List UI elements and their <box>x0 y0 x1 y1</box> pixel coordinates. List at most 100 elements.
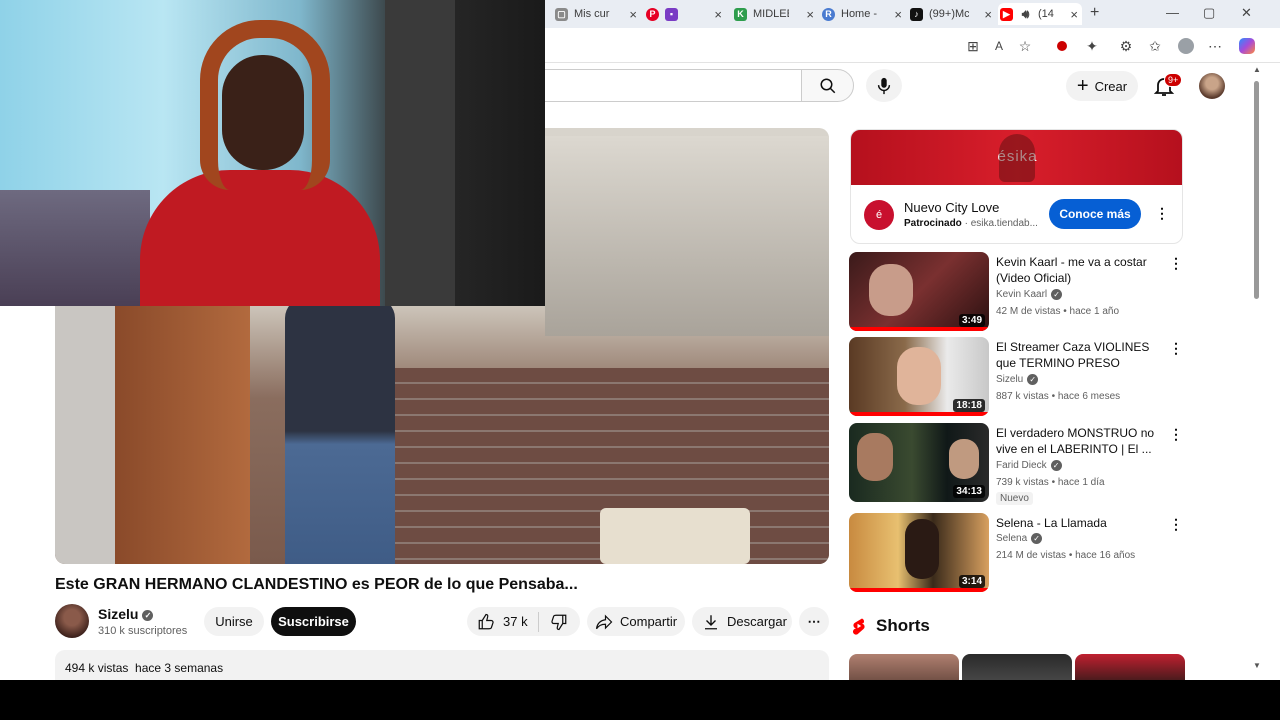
short-thumbnail[interactable] <box>1075 654 1185 680</box>
tab-close-icon[interactable]: × <box>984 7 992 22</box>
thumbs-up-icon <box>478 613 494 629</box>
user-avatar[interactable] <box>1199 73 1225 99</box>
share-label: Compartir <box>620 614 678 629</box>
tab-close-icon[interactable]: × <box>714 7 722 22</box>
read-aloud-icon[interactable]: A <box>990 37 1008 55</box>
address-bar[interactable] <box>548 33 960 59</box>
favorites-icon[interactable]: ✩ <box>1146 37 1164 55</box>
watch-progress-bar <box>849 412 989 416</box>
publish-date: hace 6 meses <box>1057 391 1121 402</box>
browser-extension-icon[interactable]: ⚙ <box>1117 37 1135 55</box>
recommendation-item[interactable]: 18:18 El Streamer Caza VIOLINES que TERM… <box>849 337 1183 417</box>
more-actions-button[interactable]: ⋯ <box>799 607 829 636</box>
create-button[interactable]: + Crear <box>1066 71 1138 101</box>
speaker-icon[interactable]: 🔊︎ <box>1019 7 1032 21</box>
create-label: Crear <box>1094 78 1128 94</box>
more-vertical-icon[interactable]: ⋮ <box>1169 515 1183 533</box>
channel-name: Kevin Kaarl <box>996 289 1048 301</box>
more-vertical-icon[interactable]: ⋮ <box>1169 425 1183 443</box>
tab-mis-cursos[interactable]: ▢ Mis curs × <box>555 3 641 25</box>
verified-check-icon: ✓ <box>1050 460 1062 471</box>
verified-check-icon: ✓ <box>1051 289 1063 300</box>
search-icon <box>820 78 835 93</box>
tab-close-icon[interactable]: × <box>629 7 637 22</box>
tab-label: MIDLEE <box>753 8 789 20</box>
share-button[interactable]: Compartir <box>587 607 685 636</box>
close-window-button[interactable]: ✕ <box>1241 5 1252 21</box>
more-vertical-icon[interactable]: ⋮ <box>1169 254 1183 272</box>
webcam-curtain <box>385 0 455 306</box>
recommendation-thumbnail[interactable]: 3:49 <box>849 252 989 331</box>
scroll-up-arrow-icon[interactable]: ▲ <box>1252 65 1262 74</box>
short-thumbnail[interactable] <box>962 654 1072 680</box>
view-count: 42 M de vistas <box>996 306 1061 317</box>
short-thumbnail[interactable] <box>849 654 959 680</box>
video-duration: 3:14 <box>958 575 985 588</box>
new-tab-button[interactable]: + <box>1090 4 1099 22</box>
join-button[interactable]: Unirse <box>204 607 264 636</box>
search-button[interactable] <box>801 69 854 102</box>
tab-youtube[interactable]: ▶ 🔊︎ (14 × <box>998 3 1082 25</box>
scrollbar-thumb[interactable] <box>1254 81 1259 299</box>
video-frame-door <box>115 306 250 564</box>
thumbnail-figure <box>857 433 893 481</box>
tab-close-icon[interactable]: × <box>894 7 902 22</box>
channel-name-link[interactable]: Sizelu ✓ <box>98 606 154 622</box>
minimize-button[interactable]: — <box>1166 5 1179 20</box>
channel-name: Farid Dieck <box>996 460 1047 472</box>
scroll-down-arrow-icon[interactable]: ▼ <box>1252 661 1262 670</box>
ad-more-menu-icon[interactable]: ⋮ <box>1155 204 1169 222</box>
recommendation-thumbnail[interactable]: 18:18 <box>849 337 989 416</box>
recommendation-item[interactable]: 34:13 El verdadero MONSTRUO no vive en e… <box>849 423 1183 505</box>
apps-icon[interactable]: ⊞ <box>964 37 982 55</box>
watch-progress-bar <box>849 588 989 592</box>
thumbnail-figure <box>897 347 941 405</box>
tab-close-icon[interactable]: × <box>806 7 814 22</box>
thumbs-down-icon <box>551 614 567 630</box>
new-badge: Nuevo <box>996 492 1033 505</box>
thumbnail-figure <box>869 264 913 316</box>
tab-home[interactable]: R Home - × <box>822 3 906 25</box>
channel-avatar[interactable] <box>55 604 89 638</box>
record-icon[interactable] <box>1053 37 1071 55</box>
view-count: 887 k vistas <box>996 391 1049 402</box>
maximize-button[interactable]: ▢ <box>1203 5 1215 21</box>
sponsored-ad-card[interactable]: ésika é Nuevo City Love Patrocinado · es… <box>850 129 1183 244</box>
video-frame-person <box>285 298 395 564</box>
like-button[interactable]: 37 k <box>467 611 539 632</box>
more-horizontal-icon: ⋯ <box>807 613 821 629</box>
recommendation-item[interactable]: 3:14 Selena - La Llamada Selena ✓ 214 M d… <box>849 513 1183 593</box>
thumbnail-figure <box>905 519 939 579</box>
tab-favicon-icon: K <box>734 7 747 21</box>
recommendation-thumbnail[interactable]: 3:14 <box>849 513 989 592</box>
more-vertical-icon[interactable]: ⋮ <box>1169 339 1183 357</box>
subscribe-button[interactable]: Suscribirse <box>271 607 356 636</box>
favorite-star-icon[interactable]: ☆ <box>1016 37 1034 55</box>
view-count: 214 M de vistas <box>996 550 1067 561</box>
dislike-button[interactable] <box>539 613 579 631</box>
tab-midlee[interactable]: K MIDLEE × <box>734 3 818 25</box>
tab-tiktok[interactable]: ♪ (99+)Mc × <box>910 3 996 25</box>
profile-icon[interactable] <box>1177 37 1195 55</box>
like-count: 37 k <box>503 614 528 629</box>
recommendation-meta: 739 k vistas • hace 1 día <box>996 477 1105 488</box>
extensions-icon[interactable]: ✦ <box>1083 37 1101 55</box>
recommendation-thumbnail[interactable]: 34:13 <box>849 423 989 502</box>
copilot-icon[interactable] <box>1238 37 1256 55</box>
publish-date: hace 3 semanas <box>135 661 224 675</box>
ad-cta-button[interactable]: Conoce más <box>1049 199 1141 229</box>
tab-pinterest[interactable]: P ▪ × <box>646 3 726 25</box>
description-box[interactable]: 494 k vistas hace 3 semanas <box>55 650 829 680</box>
search-input[interactable] <box>545 69 802 102</box>
tab-close-icon[interactable]: × <box>1070 7 1078 22</box>
voice-search-button[interactable] <box>866 69 902 102</box>
download-button[interactable]: Descargar <box>692 607 792 636</box>
recommendation-item[interactable]: 3:49 Kevin Kaarl - me va a costar (Video… <box>849 252 1183 332</box>
recommendation-title: Selena - La Llamada <box>996 516 1107 530</box>
plus-icon: + <box>1076 75 1089 97</box>
menu-icon[interactable]: ⋯ <box>1206 37 1224 55</box>
view-count: 494 k vistas <box>65 661 129 675</box>
video-duration: 18:18 <box>953 399 985 412</box>
page-scrollbar[interactable]: ▲ ▼ <box>1252 63 1262 680</box>
webcam-person-hair <box>200 20 330 190</box>
